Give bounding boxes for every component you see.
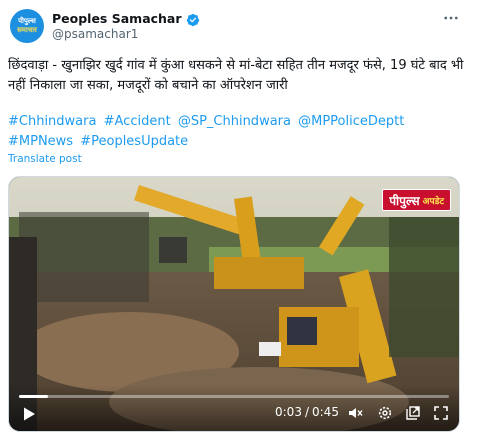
fullscreen-icon[interactable] <box>433 405 449 421</box>
video-player[interactable]: पीपुल्स अपडेट 0:03 / 0:45 <box>8 176 460 432</box>
current-time: 0:03 <box>275 405 302 419</box>
settings-icon[interactable] <box>377 405 393 421</box>
mute-icon[interactable] <box>347 405 363 421</box>
hashtag-link[interactable]: #Chhindwara <box>8 114 96 129</box>
hashtag-list: #Chhindwara #Accident @SP_Chhindwara @MP… <box>8 112 474 151</box>
time-separator: / <box>304 405 309 419</box>
verified-badge-icon <box>186 12 200 26</box>
account-handle[interactable]: @psamachar1 <box>52 27 138 41</box>
total-duration: 0:45 <box>312 405 339 419</box>
video-time: 0:03 / 0:45 <box>275 405 339 419</box>
mention-link[interactable]: @MPPoliceDeptt <box>298 114 404 129</box>
author-name-row: Peoples Samachar <box>52 11 200 26</box>
avatar-text-line1: पीपुल्स <box>18 17 36 25</box>
tweet-text: छिंदवाड़ा - खुनाझिर खुर्द गांव में कुंआ … <box>8 58 464 93</box>
avatar[interactable]: पीपुल्स समाचार <box>10 9 44 43</box>
progress-bar[interactable] <box>19 395 449 398</box>
popout-icon[interactable] <box>405 405 421 421</box>
avatar-text-line2: समाचार <box>17 26 37 34</box>
translate-post-link[interactable]: Translate post <box>8 153 82 165</box>
display-name[interactable]: Peoples Samachar <box>52 11 182 26</box>
hashtag-link[interactable]: #Accident <box>104 114 171 129</box>
channel-watermark: पीपुल्स अपडेट <box>382 189 451 211</box>
play-icon[interactable] <box>21 406 37 422</box>
video-controls: 0:03 / 0:45 <box>9 385 459 431</box>
hashtag-link[interactable]: #MPNews <box>8 134 73 149</box>
progress-fill <box>19 395 48 398</box>
mention-link[interactable]: @SP_Chhindwara <box>178 114 291 129</box>
more-options-icon[interactable] <box>439 8 463 28</box>
hashtag-link[interactable]: #PeoplesUpdate <box>80 134 188 149</box>
watermark-main-text: पीपुल्स <box>389 193 420 208</box>
watermark-sub-text: अपडेट <box>422 196 444 207</box>
